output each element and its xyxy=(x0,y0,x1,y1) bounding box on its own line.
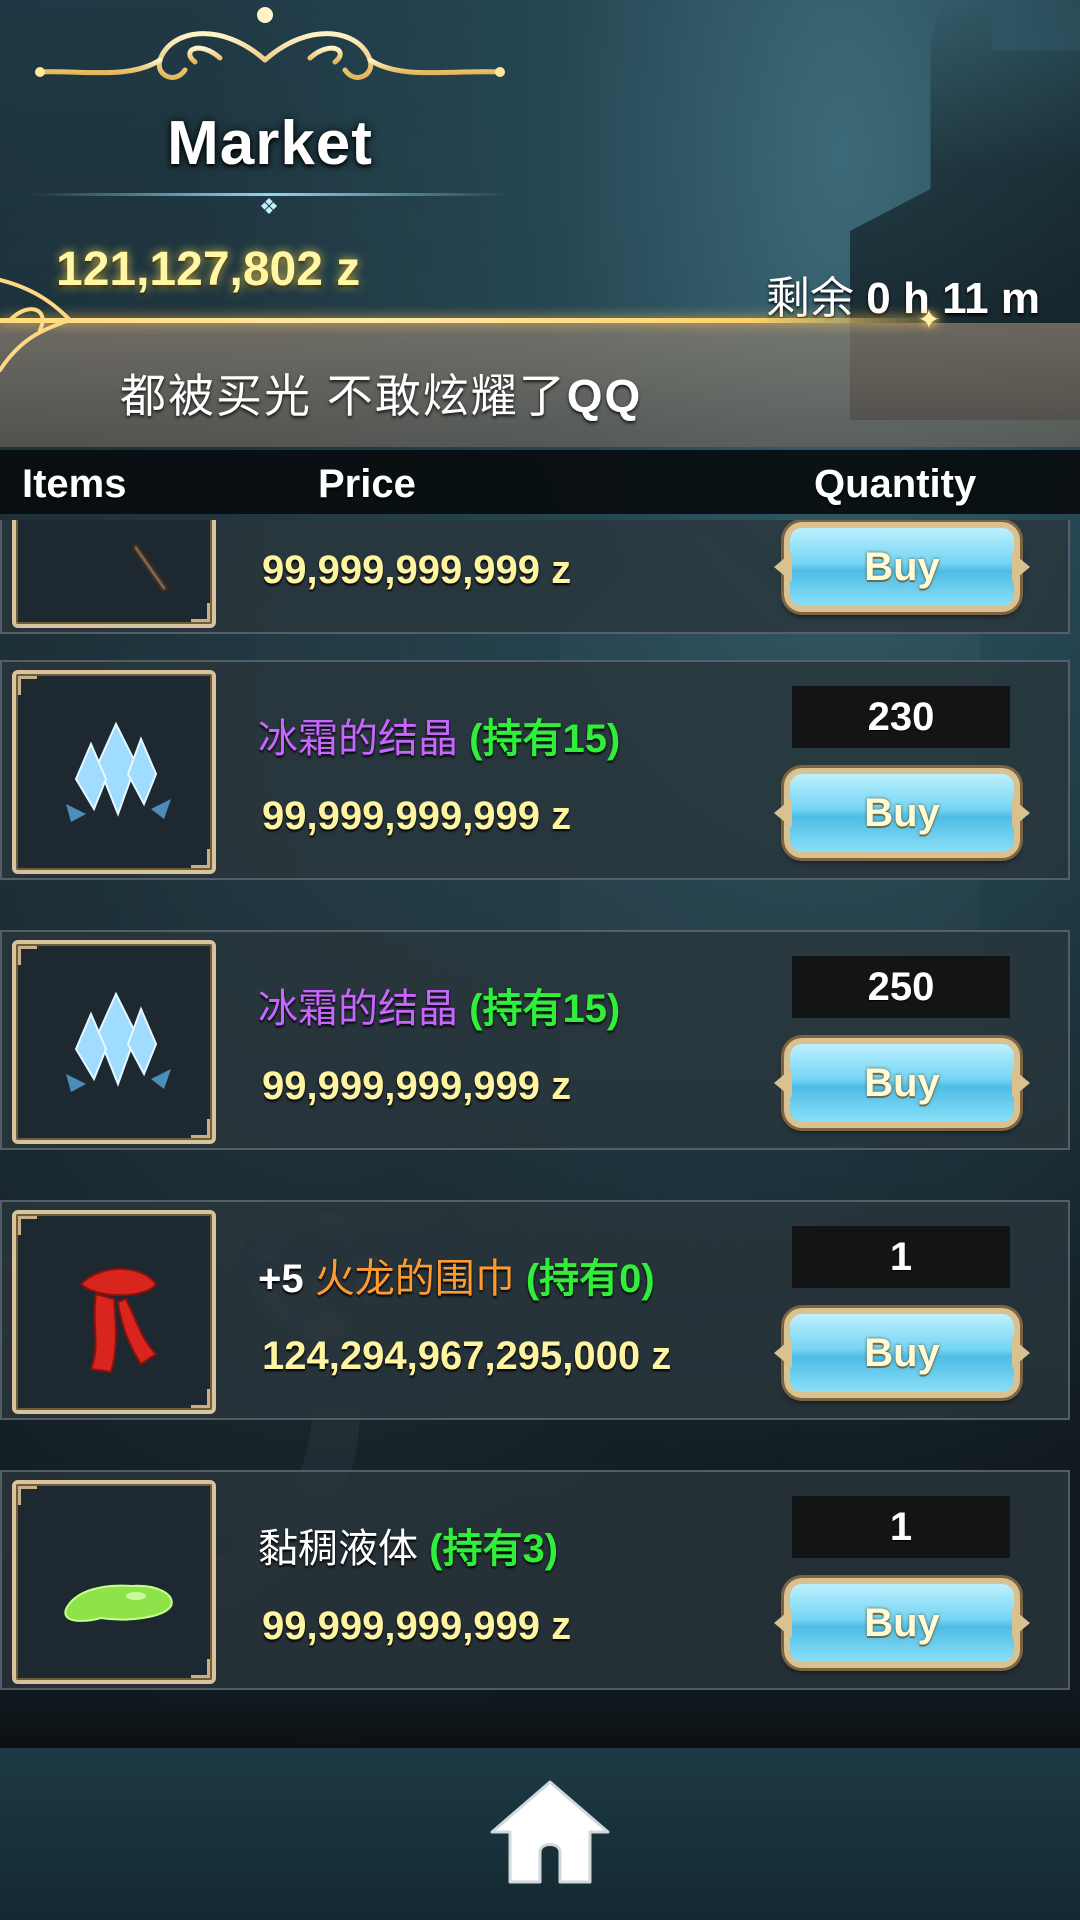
column-header-quantity: Quantity xyxy=(814,462,977,506)
timer-hours: 0 xyxy=(866,274,891,323)
item-held-count: (持有15) xyxy=(469,987,621,1031)
item-price: 99,999,999,999 z xyxy=(262,1064,572,1108)
market-screen: Market ❖ 121,127,802 z 剩余 0 h 11 m ✦ 都被买… xyxy=(0,0,1080,1920)
item-held-count: (持有3) xyxy=(429,1527,559,1571)
item-name-text: 火龙的围巾 xyxy=(314,1257,515,1301)
buy-button[interactable]: Buy xyxy=(784,1038,1020,1128)
buy-button[interactable]: Buy xyxy=(784,1578,1020,1668)
timer-prefix: 剩余 xyxy=(766,274,855,323)
notice-message: 都被买光 不敢炫耀了 xyxy=(120,370,567,422)
green-slime-icon xyxy=(64,1584,173,1622)
notice-text: 都被买光 不敢炫耀了QQ xyxy=(120,360,642,426)
item-icon-frame xyxy=(12,670,216,874)
column-header-items: Items xyxy=(22,462,127,506)
buy-button[interactable]: Buy xyxy=(784,1308,1020,1398)
item-price: 99,999,999,999 z xyxy=(262,548,572,592)
gold-divider xyxy=(0,318,940,323)
timer-minutes: 11 xyxy=(942,274,989,323)
buy-button[interactable]: Buy xyxy=(784,768,1020,858)
item-list[interactable]: 99,999,999,999 z Buy 冰霜的结晶 (持有15) 99,999… xyxy=(0,520,1080,1746)
title-ornament-icon xyxy=(35,7,505,113)
home-icon[interactable] xyxy=(486,1776,614,1888)
item-name: 冰霜的结晶 (持有15) xyxy=(258,976,620,1034)
item-name-text: 冰霜的结晶 xyxy=(258,717,458,761)
red-scarf-icon xyxy=(79,1268,158,1374)
list-item: +5 火龙的围巾 (持有0) 124,294,967,295,000 z 1 B… xyxy=(0,1200,1070,1420)
refresh-timer: 剩余 0 h 11 m xyxy=(766,262,1040,326)
page-title: Market xyxy=(167,109,373,178)
item-name: 冰霜的结晶 (持有15) xyxy=(258,706,620,764)
item-icon-frame xyxy=(12,940,216,1144)
frost-crystal-icon xyxy=(66,721,171,822)
item-icon-frame xyxy=(12,1480,216,1684)
title-gem-icon: ❖ xyxy=(259,194,279,219)
list-item: 99,999,999,999 z Buy xyxy=(0,520,1070,634)
divider-tip-icon: ✦ xyxy=(917,304,941,335)
quantity-value: 1 xyxy=(792,1496,1010,1558)
item-name: +5 火龙的围巾 (持有0) xyxy=(258,1246,655,1304)
timer-minutes-unit: m xyxy=(1000,274,1040,323)
column-header-price: Price xyxy=(318,462,416,506)
quantity-value: 250 xyxy=(792,956,1010,1018)
currency-balance: 121,127,802 z xyxy=(56,243,361,296)
quantity-value: 1 xyxy=(792,1226,1010,1288)
frost-crystal-icon xyxy=(66,991,171,1092)
item-name-text: 冰霜的结晶 xyxy=(258,987,458,1031)
list-bottom-shadow xyxy=(0,1700,1080,1750)
item-name: 黏稠液体 (持有3) xyxy=(258,1516,558,1574)
item-icon-frame xyxy=(12,1210,216,1414)
item-enhance-level: +5 xyxy=(258,1257,304,1301)
item-icon-frame xyxy=(12,520,216,628)
staff-icon xyxy=(132,544,168,592)
notice-emote: QQ xyxy=(566,370,643,422)
item-price: 124,294,967,295,000 z xyxy=(262,1334,672,1378)
buy-button[interactable]: Buy xyxy=(784,522,1020,612)
item-price: 99,999,999,999 z xyxy=(262,794,572,838)
item-held-count: (持有0) xyxy=(525,1257,655,1301)
list-item: 冰霜的结晶 (持有15) 99,999,999,999 z 250 Buy xyxy=(0,930,1070,1150)
item-held-count: (持有15) xyxy=(469,717,621,761)
item-name-text: 黏稠液体 xyxy=(258,1527,418,1571)
corner-swirl-icon xyxy=(0,278,72,372)
list-item: 黏稠液体 (持有3) 99,999,999,999 z 1 Buy xyxy=(0,1470,1070,1690)
list-item: 冰霜的结晶 (持有15) 99,999,999,999 z 230 Buy xyxy=(0,660,1070,880)
quantity-value: 230 xyxy=(792,686,1010,748)
item-price: 99,999,999,999 z xyxy=(262,1604,572,1648)
